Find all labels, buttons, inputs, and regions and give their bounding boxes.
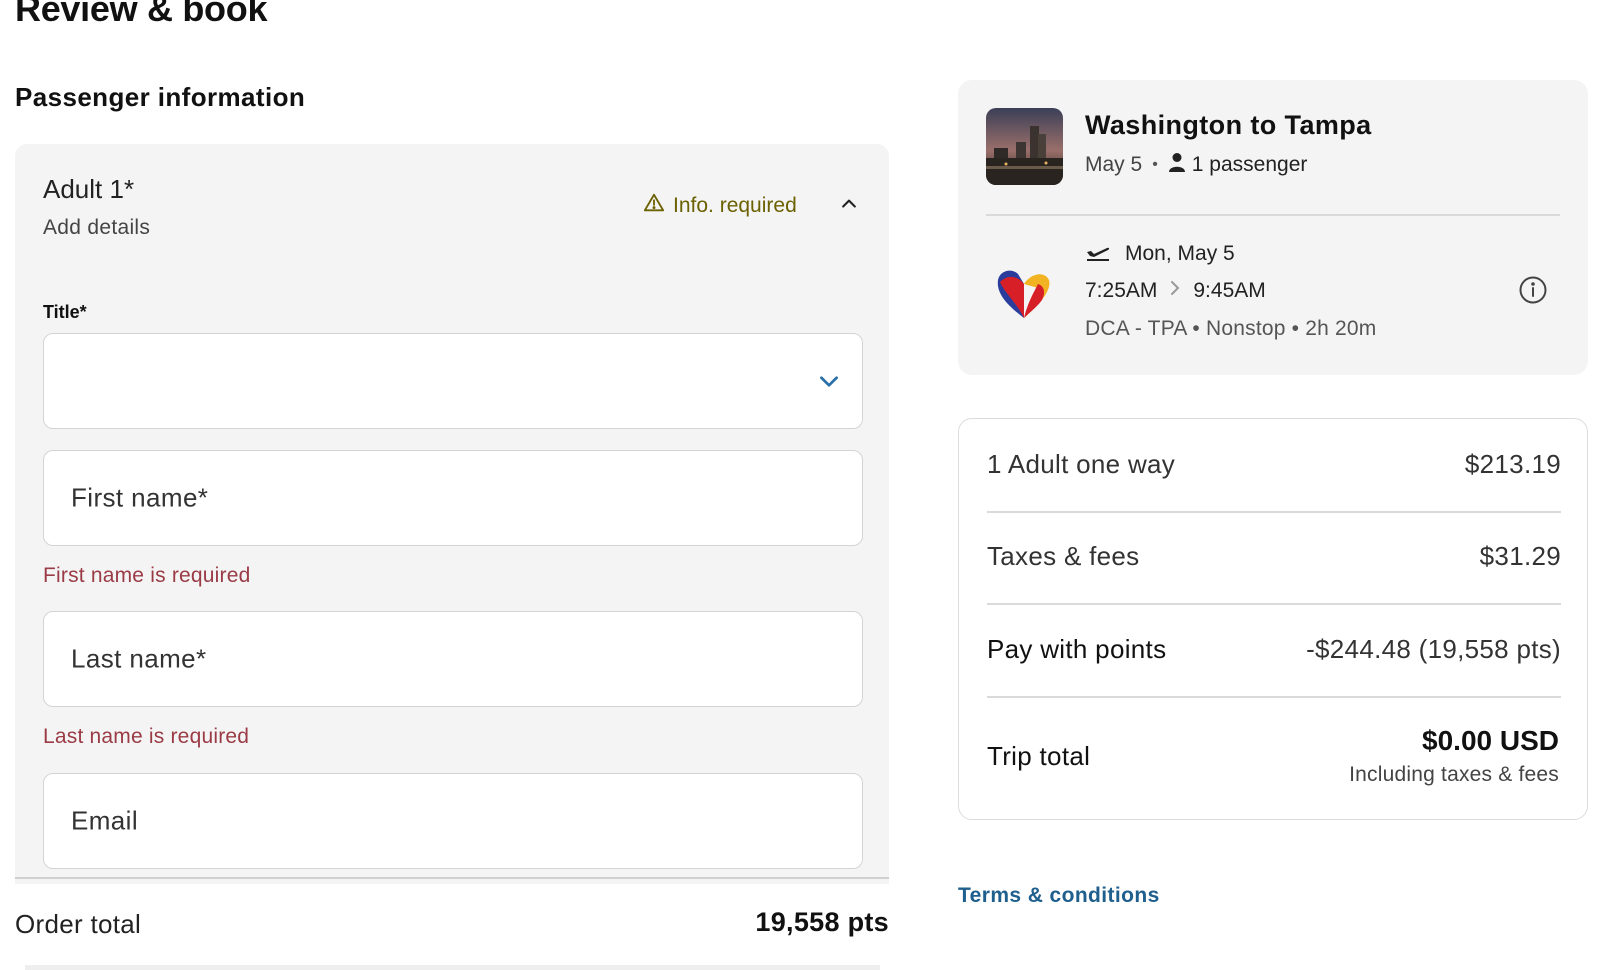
email-field[interactable]: Email (43, 773, 863, 869)
trip-total-value: $0.00 USD (1422, 725, 1559, 756)
passenger-card-subtitle: Add details (43, 216, 151, 239)
last-name-error: Last name is required (43, 725, 250, 748)
title-field-label: Title* (43, 302, 87, 322)
trip-divider (986, 214, 1560, 216)
info-circle-icon (1518, 276, 1548, 309)
trip-title: Washington to Tampa (1085, 110, 1372, 140)
warning-triangle-icon (643, 192, 665, 220)
first-name-field[interactable]: First name* (43, 450, 863, 546)
info-required-text: Info. required (673, 194, 797, 217)
flight-route: DCA - TPA • Nonstop • 2h 20m (1085, 317, 1377, 340)
depart-time: 7:25AM (1085, 279, 1158, 302)
price-row-value: $31.29 (1479, 541, 1561, 571)
passenger-card: Adult 1* Add details Info. required Titl… (15, 144, 889, 884)
first-name-error: First name is required (43, 564, 251, 587)
price-row: Taxes & fees $31.29 (987, 541, 1561, 572)
trip-total-note: Including taxes & fees (1349, 763, 1559, 786)
arrive-time: 9:45AM (1193, 279, 1266, 302)
price-row: Pay with points -$244.48 (19,558 pts) (987, 634, 1561, 665)
first-name-placeholder: First name* (71, 482, 209, 513)
price-divider (987, 696, 1561, 698)
collapse-passenger-button[interactable] (835, 192, 863, 220)
flight-info-button[interactable] (1518, 275, 1548, 305)
price-summary-card: 1 Adult one way $213.19 Taxes & fees $31… (958, 418, 1588, 820)
order-total-divider (15, 877, 889, 879)
passenger-count: 1 passenger (1168, 152, 1308, 178)
chevron-up-icon (839, 194, 859, 219)
page-title: Review & book (15, 0, 268, 29)
price-row-label: 1 Adult one way (987, 449, 1176, 479)
flight-date: Mon, May 5 (1085, 240, 1235, 268)
last-name-placeholder: Last name* (71, 643, 207, 674)
flight-times: 7:25AM 9:45AM (1085, 279, 1266, 303)
airline-logo (994, 262, 1054, 322)
trip-date: May 5 (1085, 153, 1143, 176)
destination-thumbnail (986, 108, 1063, 185)
flight-day: Mon, May 5 (1125, 242, 1235, 265)
info-required-badge: Info. required (643, 192, 797, 220)
bottom-divider (25, 965, 880, 970)
email-placeholder: Email (71, 805, 139, 836)
title-select[interactable] (43, 333, 863, 429)
price-row-value: -$244.48 (19,558 pts) (1306, 634, 1561, 664)
trip-total-label: Trip total (987, 741, 1091, 771)
price-divider (987, 511, 1561, 513)
plane-departure-icon (1085, 240, 1111, 268)
passenger-card-title: Adult 1* (43, 174, 135, 204)
person-icon (1168, 152, 1186, 178)
order-total-label: Order total (15, 909, 142, 939)
price-row: 1 Adult one way $213.19 (987, 449, 1561, 480)
trip-meta: May 5 • 1 passenger (1085, 152, 1307, 178)
price-row-label: Pay with points (987, 634, 1167, 664)
trip-summary-card: Washington to Tampa May 5 • 1 passenger … (958, 80, 1588, 375)
order-total-value: 19,558 pts (755, 907, 889, 937)
last-name-field[interactable]: Last name* (43, 611, 863, 707)
chevron-down-icon (816, 368, 842, 394)
chevron-right-icon (1167, 279, 1183, 303)
terms-conditions-link[interactable]: Terms & conditions (958, 884, 1160, 908)
price-divider (987, 603, 1561, 605)
passenger-section-heading: Passenger information (15, 82, 306, 112)
passenger-count-text: 1 passenger (1191, 153, 1308, 176)
price-row-label: Taxes & fees (987, 541, 1140, 571)
price-row-value: $213.19 (1464, 449, 1561, 479)
meta-separator: • (1152, 156, 1158, 173)
